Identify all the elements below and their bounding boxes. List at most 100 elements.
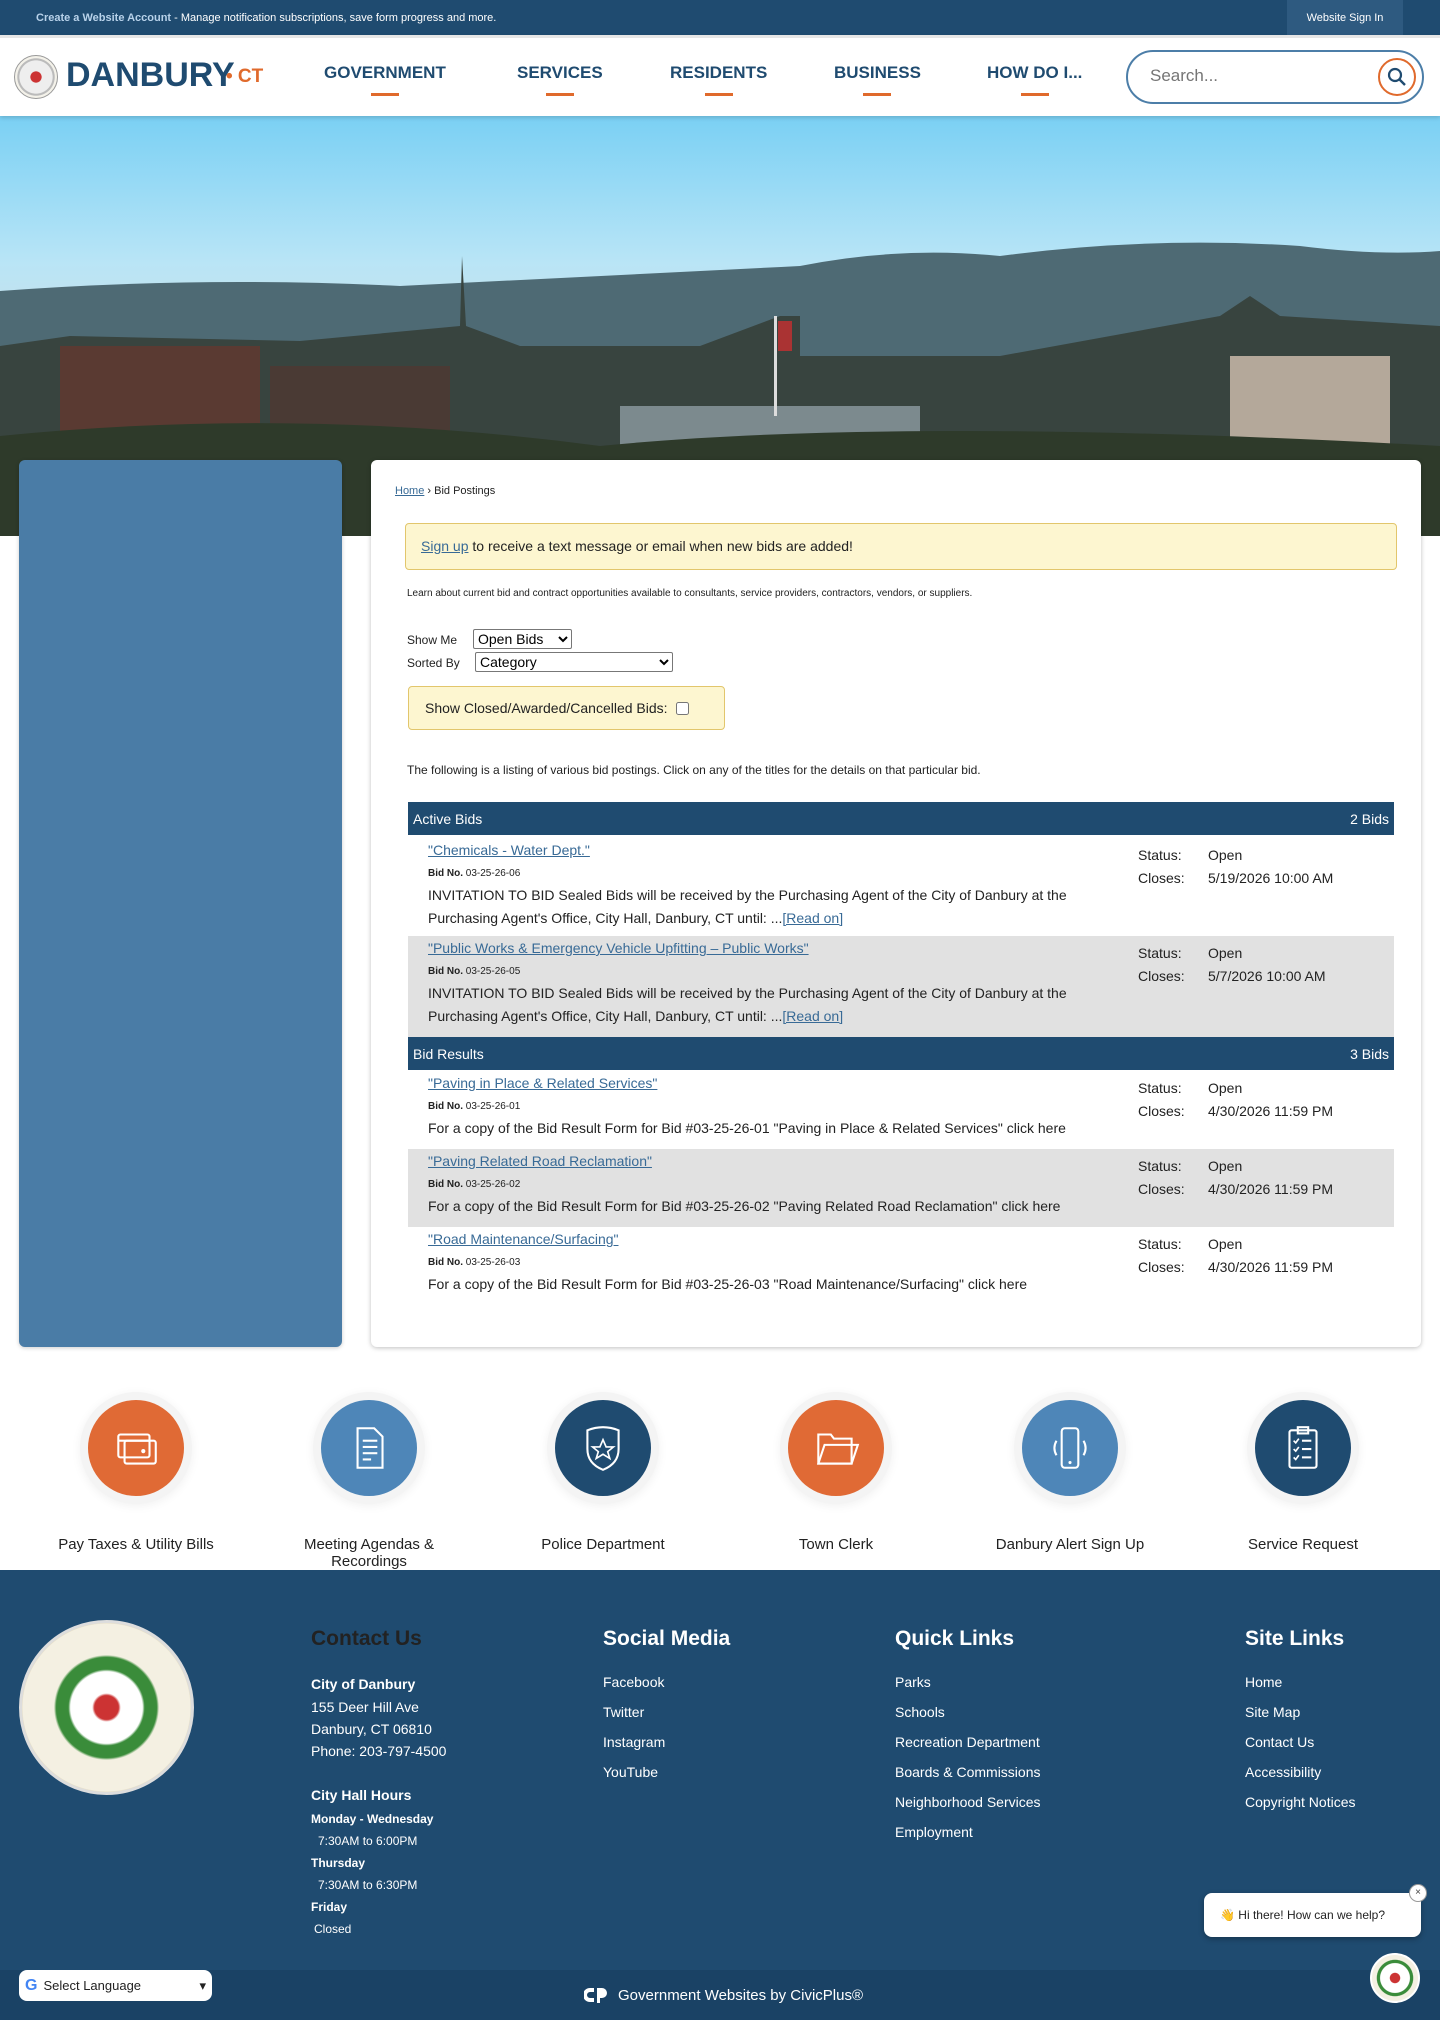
footer-social-links: Facebook Twitter Instagram YouTube [603, 1667, 665, 1787]
credit-card-icon [117, 1433, 157, 1465]
bid-meta: Status: Open Closes: 5/19/2026 10:00 AM [1138, 844, 1333, 890]
footer-link[interactable]: Copyright Notices [1245, 1787, 1356, 1817]
city-seal-logo[interactable] [14, 55, 58, 99]
footer-link[interactable]: Recreation Department [895, 1727, 1041, 1757]
bid-description: For a copy of the Bid Result Form for Bi… [428, 1273, 1128, 1296]
quick-link-folder[interactable]: Town Clerk [736, 1400, 936, 1553]
search-input[interactable] [1150, 66, 1350, 86]
sorted-by-label: Sorted By [407, 656, 460, 670]
hours-time: Closed [314, 1922, 352, 1936]
bid-row: "Chemicals - Water Dept." Bid No. 03-25-2… [408, 838, 1394, 936]
sorted-by-select[interactable]: Category [475, 652, 673, 672]
bid-closes: Closes: 4/30/2026 11:59 PM [1138, 1256, 1333, 1279]
chat-avatar[interactable] [1370, 1953, 1420, 2003]
folder-icon [816, 1433, 860, 1465]
bid-title-link[interactable]: "Paving Related Road Reclamation" [428, 1153, 652, 1175]
bid-closes: Closes: 4/30/2026 11:59 PM [1138, 1178, 1333, 1201]
footer-link[interactable]: YouTube [603, 1757, 665, 1787]
quick-link-clipboard-checklist[interactable]: Service Request [1203, 1400, 1403, 1553]
nav-services[interactable]: SERVICES [517, 63, 603, 96]
bid-number-value: 03-25-26-02 [465, 1179, 521, 1190]
website-sign-in-button[interactable]: Website Sign In [1287, 0, 1403, 35]
footer-link[interactable]: Schools [895, 1697, 1041, 1727]
bid-description: For a copy of the Bid Result Form for Bi… [428, 1117, 1128, 1140]
top-bar: Create a Website Account - Manage notifi… [0, 0, 1440, 35]
chat-bubble[interactable]: 👋 Hi there! How can we help? [1204, 1893, 1421, 1937]
bid-row: "Road Maintenance/Surfacing" Bid No. 03-2… [408, 1227, 1394, 1305]
bid-closes: Closes: 5/19/2026 10:00 AM [1138, 867, 1333, 890]
site-logo-suffix: • CT [226, 66, 264, 87]
footer-link[interactable]: Site Map [1245, 1697, 1356, 1727]
footer-quick-links: Parks Schools Recreation Department Boards … [895, 1667, 1041, 1847]
breadcrumb-current: Bid Postings [434, 485, 496, 497]
create-account-link[interactable]: Create a Website Account [36, 12, 171, 24]
bid-title-link[interactable]: "Road Maintenance/Surfacing" [428, 1231, 619, 1253]
quick-link-circle [88, 1400, 184, 1496]
quick-link-label: Meeting Agendas & Recordings [303, 1536, 435, 1570]
footer-link[interactable]: Parks [895, 1667, 1041, 1697]
intro-text: Learn about current bid and contract opp… [407, 588, 973, 599]
footer-link[interactable]: Boards & Commissions [895, 1757, 1041, 1787]
quick-link-circle [321, 1400, 417, 1496]
bid-title-link[interactable]: "Chemicals - Water Dept." [428, 842, 590, 864]
hours-day: Thursday [311, 1856, 366, 1870]
footer-link[interactable]: Instagram [603, 1727, 665, 1757]
read-on-link[interactable]: [Read on] [782, 1008, 843, 1024]
bid-meta: Status: Open Closes: 4/30/2026 11:59 PM [1138, 1155, 1333, 1201]
site-header: DANBURY • CT GOVERNMENT SERVICES RESIDEN… [0, 35, 1440, 116]
hours-day: Monday - Wednesday [311, 1812, 434, 1826]
show-closed-checkbox[interactable] [675, 701, 689, 715]
breadcrumb-separator: › [424, 485, 435, 497]
breadcrumb-home[interactable]: Home [395, 485, 424, 497]
civicplus-credit[interactable]: Government Websites by CivicPlus® [584, 1986, 863, 2004]
city-seal-image [19, 1620, 194, 1795]
closes-value: 4/30/2026 11:59 PM [1208, 1103, 1334, 1119]
nav-government[interactable]: GOVERNMENT [324, 63, 446, 96]
quick-link-document[interactable]: Meeting Agendas & Recordings [269, 1400, 469, 1570]
footer-link[interactable]: Accessibility [1245, 1757, 1356, 1787]
status-label: Status: [1138, 847, 1182, 863]
bid-description-text: For a copy of the Bid Result Form for Bi… [428, 1120, 1066, 1136]
footer-link[interactable]: Employment [895, 1817, 1041, 1847]
police-badge-icon [586, 1426, 620, 1471]
nav-business[interactable]: BUSINESS [834, 63, 921, 96]
closes-label: Closes: [1138, 1181, 1185, 1197]
quick-link-mobile-phone[interactable]: Danbury Alert Sign Up [970, 1400, 1170, 1553]
bid-status: Status: Open [1138, 1155, 1333, 1178]
quick-link-circle [1255, 1400, 1351, 1496]
footer-link[interactable]: Contact Us [1245, 1727, 1356, 1757]
bid-meta: Status: Open Closes: 4/30/2026 11:59 PM [1138, 1077, 1333, 1123]
sign-up-link[interactable]: Sign up [421, 538, 468, 554]
quick-link-credit-card[interactable]: Pay Taxes & Utility Bills [36, 1400, 236, 1553]
bid-description: For a copy of the Bid Result Form for Bi… [428, 1195, 1128, 1218]
footer-link[interactable]: Neighborhood Services [895, 1787, 1041, 1817]
section-count: 2 Bids [1350, 810, 1389, 827]
language-select[interactable]: G Select Language ▾ [19, 1970, 212, 2001]
site-logo[interactable]: DANBURY [66, 56, 235, 95]
status-label: Status: [1138, 1158, 1182, 1174]
alert-text: to receive a text message or email when … [468, 538, 853, 554]
show-me-select[interactable]: Open Bids [473, 629, 572, 649]
hours-time: 7:30AM to 6:30PM [318, 1878, 418, 1892]
show-closed-label: Show Closed/Awarded/Cancelled Bids: [425, 700, 668, 716]
breadcrumb: Home › Bid Postings [395, 485, 495, 497]
footer-link[interactable]: Home [1245, 1667, 1356, 1697]
bid-title-link[interactable]: "Public Works & Emergency Vehicle Upfitt… [428, 940, 809, 962]
read-on-link[interactable]: [Read on] [782, 910, 843, 926]
footer-contact-heading: Contact Us [311, 1627, 422, 1650]
chat-close-button[interactable]: × [1409, 1884, 1427, 1902]
bid-number-label: Bid No. [428, 966, 463, 977]
footer-link[interactable]: Facebook [603, 1667, 665, 1697]
bottom-bar: Government Websites by CivicPlus® [0, 1970, 1440, 2020]
nav-residents[interactable]: RESIDENTS [670, 63, 767, 96]
nav-how-do-i[interactable]: HOW DO I... [987, 63, 1082, 96]
bid-title-link[interactable]: "Paving in Place & Related Services" [428, 1075, 657, 1097]
search-button[interactable] [1378, 58, 1416, 96]
footer-link[interactable]: Twitter [603, 1697, 665, 1727]
quick-link-circle [555, 1400, 651, 1496]
quick-link-police-badge[interactable]: Police Department [503, 1400, 703, 1553]
bid-description-text: For a copy of the Bid Result Form for Bi… [428, 1276, 1028, 1292]
footer-site-heading: Site Links [1245, 1627, 1345, 1650]
bid-row: "Paving Related Road Reclamation" Bid No.… [408, 1149, 1394, 1227]
chevron-down-icon: ▾ [199, 1977, 206, 1993]
